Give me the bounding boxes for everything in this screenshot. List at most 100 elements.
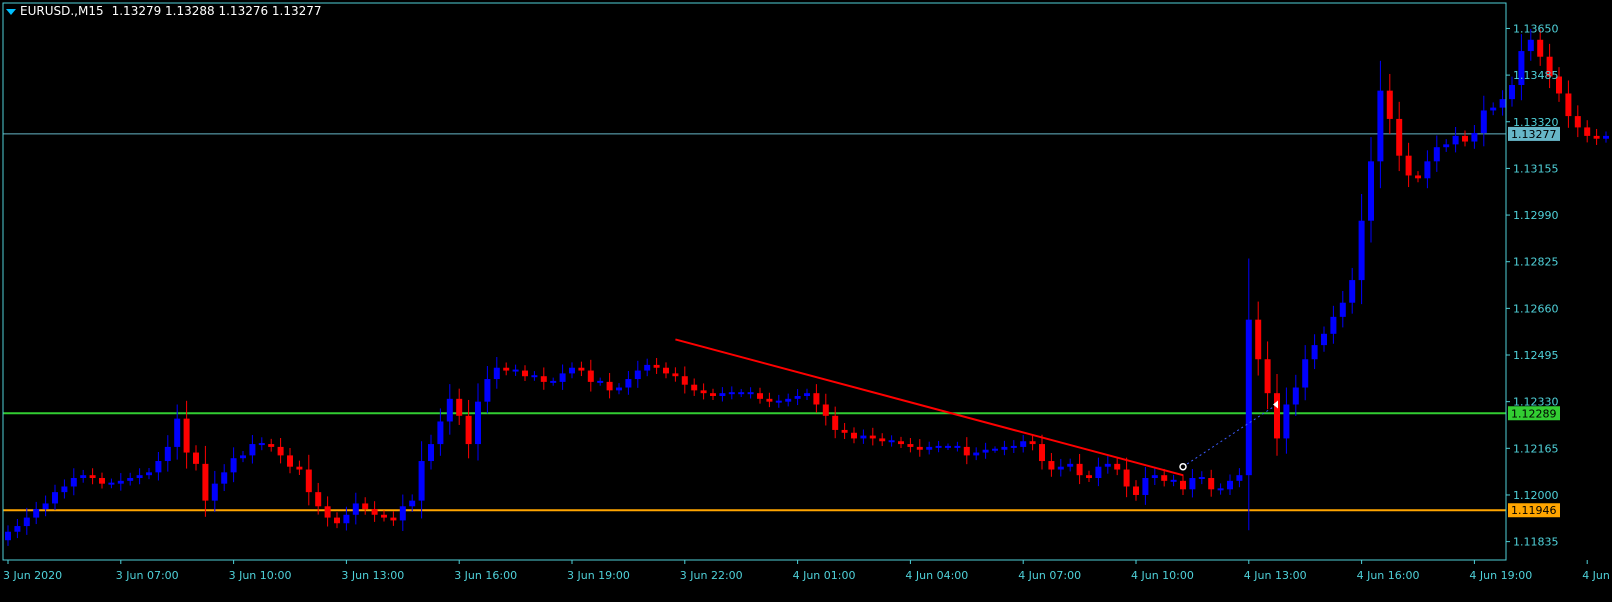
candle-body [277,446,284,456]
candle-body [1302,359,1309,388]
price-tag-label: 1.12289 [1511,407,1557,420]
candle-body [691,384,698,391]
candle-body [644,364,651,371]
candle-body [710,393,716,397]
candle-body [1274,393,1280,439]
candle-body [1565,93,1572,117]
x-tick-label: 4 Jun 22:00 [1582,569,1612,582]
y-tick-label: 1.13485 [1513,69,1559,82]
candle-body [898,441,904,445]
candle-body [428,444,434,462]
candle-body [945,445,951,448]
candle-body [1217,488,1224,491]
candle-body [484,379,491,402]
candle-body [569,367,575,374]
candle-body [1321,333,1327,346]
x-tick-label: 4 Jun 04:00 [905,569,968,582]
candle-body [625,379,632,388]
y-tick-label: 1.13320 [1513,116,1559,129]
candle-body [1368,161,1374,221]
price-chart[interactable]: 1.13277 1.12289 1.11946 1.13650 1.13485 1.13… [0,0,1612,602]
candle-body [1010,445,1017,448]
candle-body [362,503,369,510]
candle-body [89,475,96,479]
candle-body [258,443,265,446]
candle-body [1264,359,1271,394]
candle-body [193,452,199,464]
candle-body [1405,155,1412,176]
candle-body [324,506,331,518]
candle-body [672,373,679,377]
candle-body [1283,404,1290,439]
candle-body [136,475,143,479]
candle-body [973,452,980,456]
candle-body [540,376,547,382]
candle-body [832,415,839,430]
candle-body [1104,463,1111,467]
candle-body [1452,135,1459,145]
candle-body [1067,463,1074,467]
candle-body [1386,90,1393,119]
candle-body [1086,475,1092,479]
candle-body [1415,175,1421,179]
candle-body [869,435,876,439]
candle-body [775,400,782,403]
candle-body [1227,480,1233,490]
price-tag-label: 1.13277 [1511,128,1557,141]
candle-body [738,392,745,395]
candle-body [1133,486,1139,495]
candle-body [926,446,933,450]
candle-body [888,440,895,443]
candle-body [174,418,181,447]
candle-body [23,517,30,527]
candle-body [860,435,867,439]
candle-body [1198,477,1205,480]
candle-body [1396,118,1403,156]
candle-body [597,380,604,383]
plot-frame [2,2,1507,561]
candle-body [70,478,77,487]
y-tick-label: 1.11835 [1513,536,1559,549]
candle-body [1180,480,1186,490]
candle-body [108,482,115,485]
candle-body [841,429,848,433]
candle-body [456,398,463,416]
candle-body [409,500,416,507]
candle-body [935,445,942,448]
candle-body [663,367,669,374]
candle-body [343,514,350,524]
candle-body [42,503,49,510]
x-tick-label: 4 Jun 19:00 [1469,569,1532,582]
y-tick-label: 1.12165 [1513,442,1559,455]
candle-body [1443,144,1450,148]
candle-body [475,401,481,445]
candle-body [155,461,162,473]
candle-body [728,392,735,395]
candle-body [1095,466,1102,479]
candle-body [14,526,21,532]
collapse-triangle-icon[interactable] [6,8,16,15]
candle-body [221,472,228,484]
candle-body [399,506,406,521]
candle-body [1236,475,1243,481]
candle-body [963,446,970,456]
candle-body [99,478,105,484]
x-tick-label: 4 Jun 10:00 [1131,569,1194,582]
x-tick-label: 4 Jun 13:00 [1244,569,1307,582]
candle-body [992,448,998,451]
candle-body [1001,446,1008,450]
y-tick-label: 1.12660 [1513,302,1559,315]
candle-body [127,478,134,481]
candle-body [1311,345,1318,360]
candle-body [550,380,557,383]
y-tick-label: 1.12825 [1513,256,1559,269]
x-tick-label: 4 Jun 07:00 [1018,569,1081,582]
candle-body [1123,469,1130,487]
symbol-label: EURUSD.,M15 [20,4,104,18]
candle-body [916,446,923,450]
candle-body [1161,475,1168,481]
x-tick-label: 3 Jun 22:00 [680,569,743,582]
candle-body [390,517,397,521]
candle-body [371,509,378,515]
candle-body [578,367,585,371]
